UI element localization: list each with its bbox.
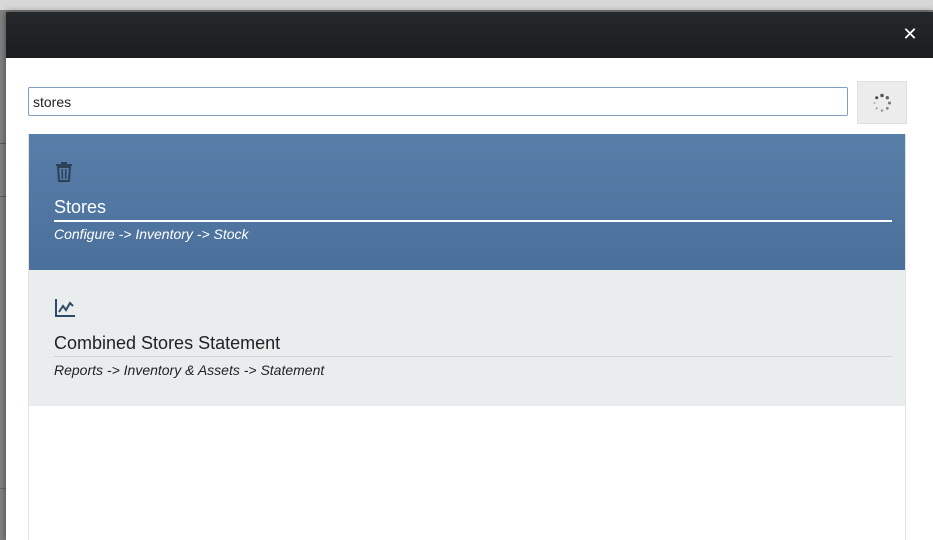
result-path: Reports -> Inventory & Assets -> Stateme… [54, 362, 325, 378]
result-title: Stores [54, 195, 892, 222]
search-input[interactable] [28, 87, 848, 116]
backdrop-top-strip [0, 0, 933, 10]
close-icon[interactable]: ✕ [901, 23, 919, 45]
search-row [28, 81, 907, 131]
search-spinner-button[interactable] [857, 81, 907, 124]
search-modal: ✕ stores Stores Configure -> Inventory -… [6, 12, 933, 540]
result-title: Combined Stores Statement [54, 331, 892, 357]
trash-icon [54, 161, 74, 183]
search-results-list: Stores Configure -> Inventory -> Stock C… [28, 134, 906, 540]
result-path: Configure -> Inventory -> Stock [54, 226, 249, 242]
result-item-combined-stores-statement[interactable]: Combined Stores Statement Reports -> Inv… [29, 270, 905, 406]
modal-header: ✕ [6, 12, 933, 58]
spinner-icon [873, 93, 891, 112]
line-chart-icon [54, 297, 75, 319]
result-item-stores[interactable]: Stores Configure -> Inventory -> Stock [29, 134, 905, 270]
